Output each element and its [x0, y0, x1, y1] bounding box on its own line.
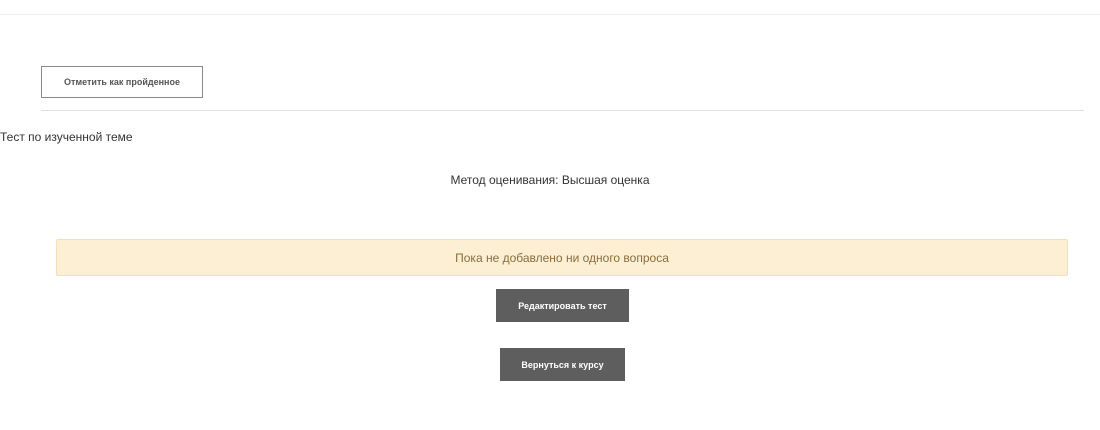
quiz-title: Тест по изученной теме: [0, 130, 133, 144]
no-questions-notice: Пока не добавлено ни одного вопроса: [56, 239, 1068, 276]
edit-quiz-button[interactable]: Редактировать тест: [496, 289, 629, 322]
quiz-page: Отметить как пройденное Тест по изученно…: [0, 0, 1100, 430]
mark-as-done-button[interactable]: Отметить как пройденное: [41, 66, 203, 98]
header-divider: [0, 14, 1100, 15]
grading-method-text: Метод оценивания: Высшая оценка: [450, 173, 650, 187]
back-to-course-button[interactable]: Вернуться к курсу: [500, 348, 625, 381]
section-divider: [41, 110, 1084, 111]
